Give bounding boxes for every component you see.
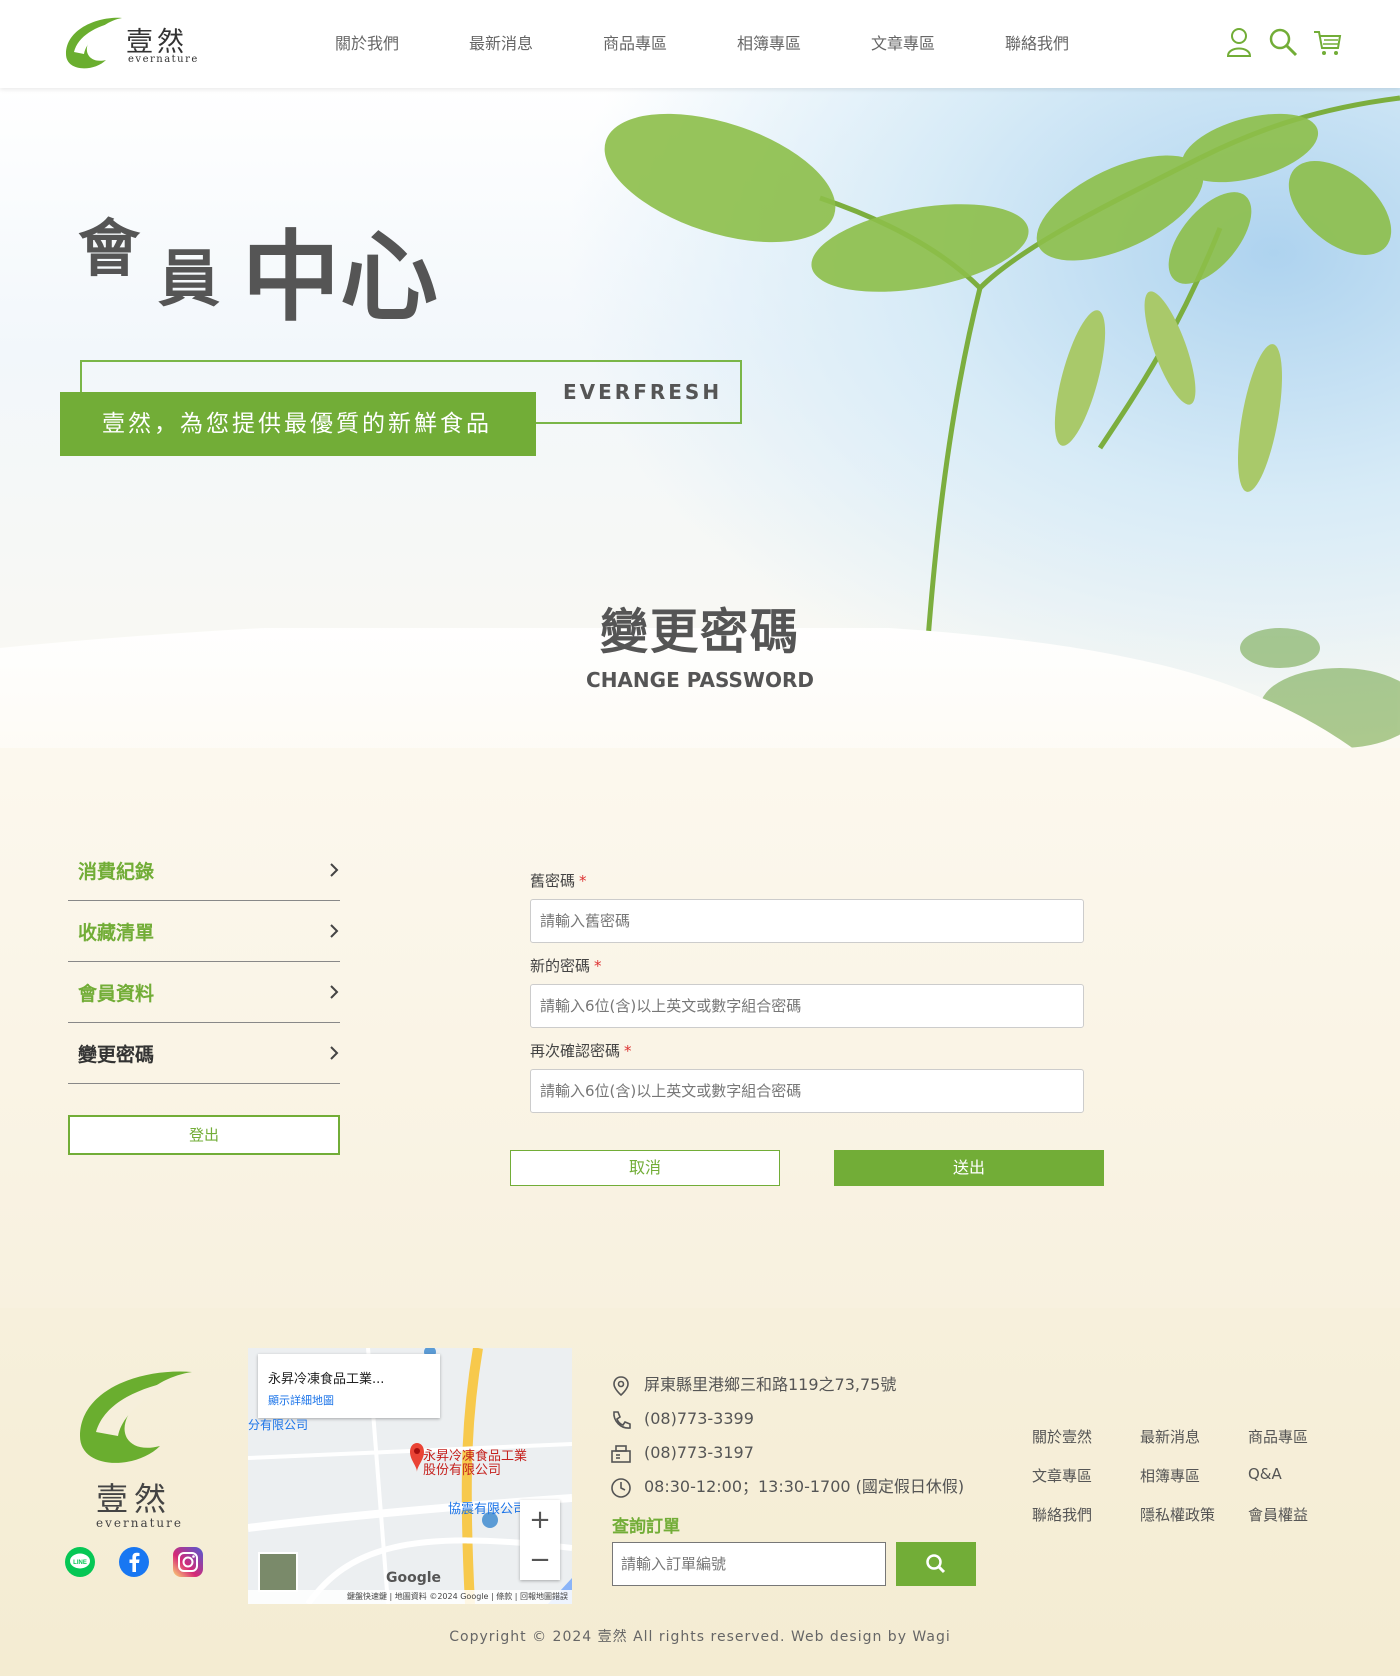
social-links: LINE (64, 1546, 204, 1578)
confirm-password-label: 再次確認密碼 * (530, 1042, 632, 1060)
nav-contact[interactable]: 聯絡我們 (970, 30, 1104, 54)
facebook-icon[interactable] (118, 1546, 150, 1578)
order-search-button[interactable] (896, 1542, 976, 1586)
footer-link-contact[interactable]: 聯絡我們 (1032, 1504, 1140, 1525)
footer-link-qa[interactable]: Q&A (1248, 1465, 1328, 1486)
google-logo: Google (386, 1570, 442, 1586)
zoom-in-button[interactable]: + (520, 1500, 560, 1540)
required-mark: * (624, 1042, 632, 1060)
confirm-password-input[interactable]: 請輸入6位(含)以上英文或數字組合密碼 (530, 1069, 1084, 1113)
old-password-input[interactable]: 請輸入舊密碼 (530, 899, 1084, 943)
map-place-card: 永昇冷凍食品工業... 顯示詳細地圖 (258, 1354, 440, 1418)
change-password-form: 舊密碼 * 請輸入舊密碼 新的密碼 * 請輸入6位(含)以上英文或數字組合密碼 再次… (530, 870, 1084, 1125)
required-mark: * (579, 872, 587, 890)
order-number-input[interactable]: 請輸入訂單編號 (612, 1542, 886, 1586)
clock-icon (611, 1478, 631, 1498)
footer-link-articles[interactable]: 文章專區 (1032, 1465, 1140, 1486)
address-row: 屏東縣里港鄉三和路119之73,75號 (610, 1368, 964, 1402)
footer-links: 關於壹然 最新消息 商品專區 文章專區 相簿專區 Q&A 聯絡我們 隱私權政策 … (1032, 1426, 1328, 1525)
search-icon[interactable] (1268, 26, 1298, 58)
search-icon (926, 1554, 946, 1574)
new-password-input[interactable]: 請輸入6位(含)以上英文或數字組合密碼 (530, 984, 1084, 1028)
cancel-button[interactable]: 取消 (510, 1150, 780, 1186)
contact-info: 屏東縣里港鄉三和路119之73,75號 (08)773-3399 (08)773… (610, 1368, 964, 1504)
chevron-right-icon (330, 985, 339, 999)
new-password-label: 新的密碼 * (530, 957, 602, 975)
map-place-name: 永昇冷凍食品工業... (268, 1372, 385, 1387)
nav-about[interactable]: 關於我們 (300, 30, 434, 54)
chevron-right-icon (330, 1046, 339, 1060)
page-title: 變更密碼 (599, 604, 800, 660)
hours-row: 08:30-12:00；13:30-1700 (國定假日休假) (610, 1470, 964, 1504)
sidebar-item-wishlist[interactable]: 收藏清單 (68, 901, 340, 962)
copyright: Copyright © 2024 壹然 All rights reserved.… (449, 1629, 951, 1645)
location-map[interactable]: 永昇冷凍食品工業... 顯示詳細地圖 分有限公司 永昇冷凍食品工業 股份有限公司… (248, 1348, 572, 1604)
cart-icon[interactable] (1312, 26, 1342, 58)
footer-link-about[interactable]: 關於壹然 (1032, 1426, 1140, 1447)
main-nav: 關於我們 最新消息 商品專區 相簿專區 文章專區 聯絡我們 (300, 30, 1104, 54)
hero-title-char-1: 會 (78, 212, 141, 285)
header-icons (1224, 26, 1342, 58)
chevron-right-icon (330, 863, 339, 877)
map-attribution: 鍵盤快速鍵 | 地圖資料 ©2024 Google | 條款 | 回報地圖錯誤 (248, 1590, 572, 1604)
phone-icon (613, 1411, 631, 1429)
hero-tag-en: EVERFRESH (563, 380, 723, 404)
footer-brand-zh: 壹然 (96, 1480, 173, 1518)
map-nearby-label: 協震有限公司 (448, 1502, 527, 1517)
map-view-larger-link[interactable]: 顯示詳細地圖 (268, 1392, 334, 1408)
fax-row: (08)773-3197 (610, 1436, 964, 1470)
footer-link-privacy[interactable]: 隱私權政策 (1140, 1504, 1248, 1525)
hero-title-char-2: 員 (158, 242, 221, 315)
page-heading: 變更密碼 CHANGE PASSWORD (0, 592, 1400, 692)
location-pin-icon (613, 1376, 629, 1397)
sidebar-item-label: 收藏清單 (78, 921, 155, 944)
logout-button[interactable]: 登出 (68, 1115, 340, 1155)
footer-logo[interactable]: 壹然 evernature (70, 1366, 200, 1530)
footer-link-album[interactable]: 相簿專區 (1140, 1465, 1248, 1486)
nav-products[interactable]: 商品專區 (568, 30, 702, 54)
site-header: 壹然 evernature 關於我們 最新消息 商品專區 相簿專區 文章專區 聯… (0, 0, 1400, 88)
instagram-icon[interactable] (172, 1546, 204, 1578)
nav-news[interactable]: 最新消息 (434, 30, 568, 54)
phone-row: (08)773-3399 (610, 1402, 964, 1436)
fax-icon (611, 1445, 631, 1463)
hero-title-main: 中心 (242, 221, 439, 335)
line-icon[interactable]: LINE (64, 1546, 96, 1578)
brand-logo[interactable]: 壹然 evernature (60, 14, 200, 74)
sidebar-item-label: 變更密碼 (78, 1043, 155, 1066)
map-satellite-toggle[interactable] (258, 1552, 298, 1592)
required-mark: * (594, 957, 602, 975)
zoom-out-button[interactable]: − (520, 1540, 560, 1580)
submit-button[interactable]: 送出 (834, 1150, 1104, 1186)
sidebar-item-label: 會員資料 (78, 982, 155, 1005)
page-subtitle: CHANGE PASSWORD (586, 668, 814, 692)
chevron-right-icon (330, 924, 339, 938)
site-footer: 壹然 evernature LINE 永昇冷凍食品工業... 顯示詳細地圖 分有… (0, 1308, 1400, 1676)
footer-link-news[interactable]: 最新消息 (1140, 1426, 1248, 1447)
nav-album[interactable]: 相簿專區 (702, 30, 836, 54)
hero-tagline: 壹然，為您提供最優質的新鮮食品 (60, 392, 536, 456)
svg-text:LINE: LINE (73, 1560, 87, 1566)
leaf-logo-icon (80, 1371, 192, 1463)
sidebar-item-orders[interactable]: 消費紀錄 (68, 840, 340, 901)
map-pin-label: 永昇冷凍食品工業 股份有限公司 (423, 1449, 528, 1478)
user-icon[interactable] (1224, 26, 1254, 58)
leaf-logo-icon (66, 17, 122, 69)
member-sidebar: 消費紀錄 收藏清單 會員資料 變更密碼 (68, 840, 340, 1084)
old-password-label: 舊密碼 * (530, 872, 587, 890)
brand-name-en: evernature (128, 54, 199, 65)
map-zoom-controls: + − (520, 1500, 560, 1580)
nav-articles[interactable]: 文章專區 (836, 30, 970, 54)
map-nearby-label: 分有限公司 (248, 1418, 309, 1432)
sidebar-item-label: 消費紀錄 (78, 860, 155, 883)
footer-brand-en: evernature (96, 1516, 183, 1530)
sidebar-item-profile[interactable]: 會員資料 (68, 962, 340, 1023)
order-query-title: 查詢訂單 (612, 1517, 680, 1537)
sidebar-item-change-password[interactable]: 變更密碼 (68, 1023, 340, 1084)
footer-link-products[interactable]: 商品專區 (1248, 1426, 1328, 1447)
footer-link-member-rights[interactable]: 會員權益 (1248, 1504, 1328, 1525)
